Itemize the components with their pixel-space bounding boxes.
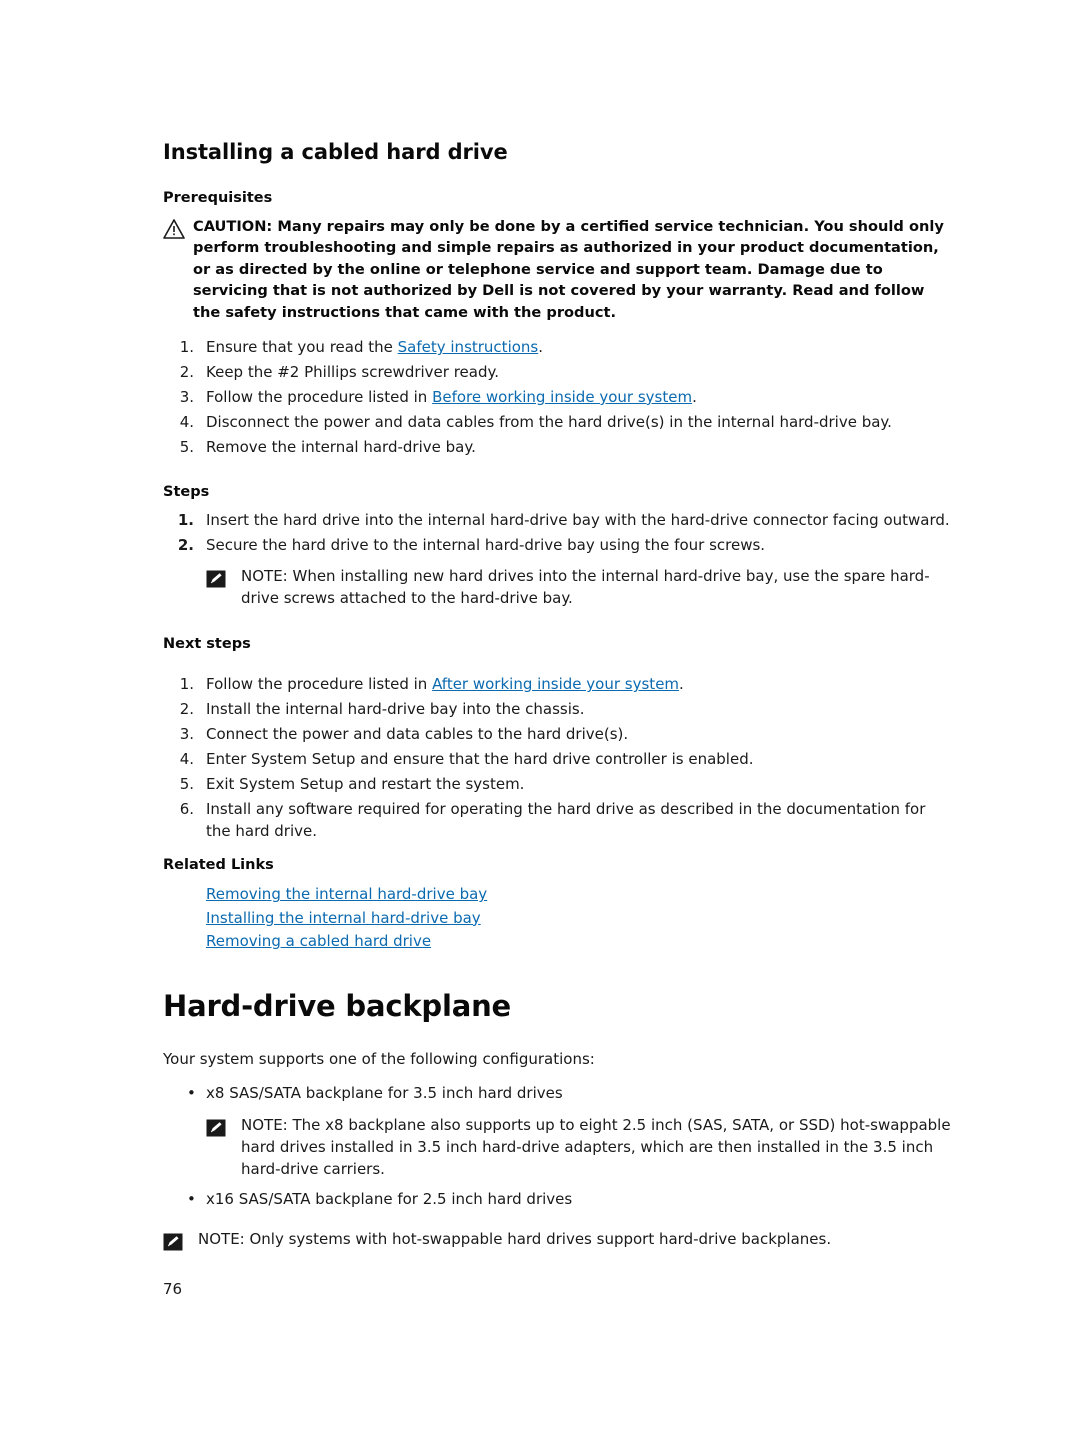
- list-item-number: 1.: [179, 338, 194, 357]
- related-links-heading: Related Links: [163, 857, 274, 874]
- backplane-intro: Your system supports one of the followin…: [163, 1050, 595, 1069]
- list-item: • x8 SAS/SATA backplane for 3.5 inch hard…: [163, 1083, 953, 1105]
- list-item: 2. Install the internal hard-drive bay in…: [163, 699, 953, 721]
- list-item-number: 2.: [179, 363, 194, 382]
- list-item: 4. Enter System Setup and ensure that the…: [163, 749, 953, 771]
- caution-admonition: CAUTION: Many repairs may only be done b…: [163, 216, 953, 323]
- caution-text: CAUTION: Many repairs may only be done b…: [193, 218, 944, 321]
- list-item-text: Follow the procedure listed in: [206, 387, 433, 406]
- list-item-text: x16 SAS/SATA backplane for 2.5 inch hard…: [206, 1189, 573, 1208]
- list-item-text: Connect the power and data cables to the…: [206, 724, 629, 743]
- list-item: 3. Follow the procedure listed in Before …: [163, 387, 953, 409]
- steps-list: 1. Insert the hard drive into the interna…: [163, 510, 953, 557]
- list-item-text: Keep the #2 Phillips screwdriver ready.: [206, 363, 500, 382]
- list-item-text: Secure the hard drive to the internal ha…: [206, 535, 766, 554]
- list-item-number: 6.: [179, 799, 194, 818]
- list-item-number: 2.: [177, 535, 194, 554]
- page-number: 76: [163, 1280, 183, 1298]
- list-item-number: 3.: [179, 387, 194, 406]
- chapter-title: Hard-drive backplane: [163, 989, 511, 1024]
- list-item: 5. Exit System Setup and restart the syst…: [163, 774, 953, 796]
- note-text: NOTE: The x8 backplane also supports up …: [241, 1115, 951, 1178]
- list-item-text: Disconnect the power and data cables fro…: [206, 412, 892, 431]
- list-item-number: 2.: [179, 700, 194, 719]
- list-item-number: 1.: [177, 510, 194, 529]
- page-content: Installing a cabled hard drive Prerequis…: [163, 140, 953, 1259]
- list-item-number: 4.: [179, 412, 194, 431]
- note-pencil-icon: [163, 1229, 198, 1251]
- list-item: 1. Ensure that you read the Safety instru…: [163, 337, 953, 359]
- backplane-bullets-2: • x16 SAS/SATA backplane for 2.5 inch har…: [163, 1189, 953, 1211]
- link-after-working-inside-your-system[interactable]: After working inside your system: [432, 675, 679, 693]
- list-item-text-post: .: [538, 338, 544, 357]
- caution-triangle-icon: [163, 216, 193, 239]
- link-removing-a-cabled-hard-drive[interactable]: Removing a cabled hard drive: [163, 930, 953, 953]
- list-item: 2. Keep the #2 Phillips screwdriver ready…: [163, 362, 953, 384]
- note-admonition-hot-swappable: NOTE: Only systems with hot-swappable ha…: [163, 1229, 953, 1251]
- list-item-text: Install any software required for operat…: [206, 799, 926, 840]
- list-item: 5. Remove the internal hard-drive bay.: [163, 437, 953, 459]
- list-item: • x16 SAS/SATA backplane for 2.5 inch har…: [163, 1189, 953, 1211]
- backplane-bullets-1: • x8 SAS/SATA backplane for 3.5 inch hard…: [163, 1083, 953, 1105]
- note-admonition-steps: NOTE: When installing new hard drives in…: [206, 566, 953, 610]
- link-before-working-inside-your-system[interactable]: Before working inside your system: [432, 388, 692, 406]
- page-title: Installing a cabled hard drive: [163, 140, 508, 164]
- list-item: 1. Insert the hard drive into the interna…: [163, 510, 953, 532]
- list-item-number: 3.: [179, 724, 194, 743]
- note-text: NOTE: Only systems with hot-swappable ha…: [198, 1229, 832, 1248]
- next-steps-list: 1. Follow the procedure listed in After w…: [163, 674, 953, 842]
- prerequisites-heading: Prerequisites: [163, 190, 273, 206]
- note-admonition-x8-backplane: NOTE: The x8 backplane also supports up …: [206, 1115, 953, 1181]
- next-steps-heading: Next steps: [163, 636, 251, 653]
- link-removing-the-internal-hard-drive-bay[interactable]: Removing the internal hard-drive bay: [163, 883, 953, 906]
- document-page: Installing a cabled hard drive Prerequis…: [0, 0, 1080, 1434]
- list-item: 4. Disconnect the power and data cables f…: [163, 412, 953, 434]
- list-item-text: Insert the hard drive into the internal …: [206, 510, 950, 529]
- list-item-text: x8 SAS/SATA backplane for 3.5 inch hard …: [206, 1084, 563, 1103]
- link-safety-instructions[interactable]: Safety instructions: [398, 338, 539, 356]
- list-item-text: Exit System Setup and restart the system…: [206, 774, 525, 793]
- list-item-text: Remove the internal hard-drive bay.: [206, 437, 476, 456]
- list-item-text: Install the internal hard-drive bay into…: [206, 700, 585, 719]
- list-item-text-post: .: [679, 675, 684, 694]
- list-item: 6. Install any software required for oper…: [163, 799, 953, 843]
- prerequisites-list: 1. Ensure that you read the Safety instru…: [163, 337, 953, 458]
- note-pencil-icon: [206, 566, 241, 588]
- list-item-text: Follow the procedure listed in: [206, 675, 433, 694]
- list-item: 3. Connect the power and data cables to t…: [163, 724, 953, 746]
- list-item-text-post: .: [692, 387, 697, 406]
- list-item-number: 5.: [179, 774, 194, 793]
- list-item-number: 5.: [179, 437, 194, 456]
- note-text: NOTE: When installing new hard drives in…: [241, 567, 930, 608]
- list-item-number: 4.: [179, 749, 194, 768]
- list-item-text: Ensure that you read the: [206, 338, 398, 357]
- list-item: 2. Secure the hard drive to the internal …: [163, 535, 953, 557]
- list-item: 1. Follow the procedure listed in After w…: [163, 674, 953, 696]
- list-item-number: 1.: [179, 675, 194, 694]
- note-pencil-icon: [206, 1115, 241, 1137]
- list-item-text: Enter System Setup and ensure that the h…: [206, 749, 754, 768]
- bullet-glyph: •: [187, 1084, 196, 1103]
- steps-heading: Steps: [163, 483, 210, 500]
- link-installing-the-internal-hard-drive-bay[interactable]: Installing the internal hard-drive bay: [163, 907, 953, 930]
- bullet-glyph: •: [187, 1189, 196, 1208]
- related-links-list: Removing the internal hard-drive bay Ins…: [163, 883, 953, 953]
